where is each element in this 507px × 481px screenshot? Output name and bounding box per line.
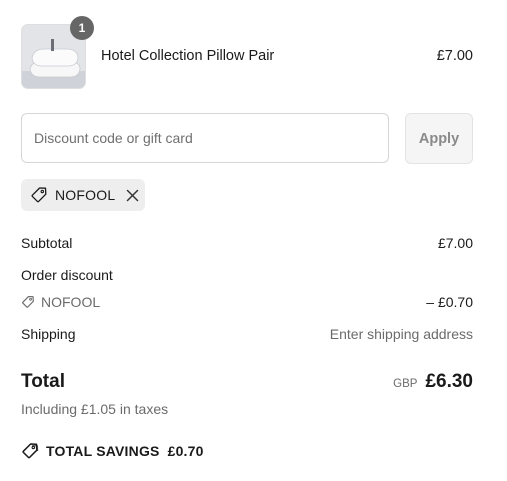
product-price: £7.00 xyxy=(436,48,473,64)
discount-code-input[interactable] xyxy=(21,113,389,163)
applied-discount-chip: NOFOOL xyxy=(21,179,145,211)
savings-tag-icon xyxy=(21,442,39,460)
tag-icon xyxy=(30,186,48,204)
tag-icon xyxy=(21,295,35,309)
currency-code: GBP xyxy=(393,378,418,390)
total-savings-row: TOTAL SAVINGS £0.70 xyxy=(21,442,204,460)
total-savings-amount: £0.70 xyxy=(167,443,204,459)
remove-code-close-icon[interactable] xyxy=(126,188,139,202)
discount-code-name: NOFOOL xyxy=(41,294,101,310)
order-discount-label: Order discount xyxy=(21,267,113,283)
apply-discount-button[interactable]: Apply xyxy=(405,113,473,164)
discount-value: – £0.70 xyxy=(426,294,473,310)
shipping-value: Enter shipping address xyxy=(329,326,473,342)
taxes-note: Including £1.05 in taxes xyxy=(21,401,169,417)
applied-code-label: NOFOOL xyxy=(55,187,116,203)
subtotal-value: £7.00 xyxy=(437,235,473,251)
quantity-badge: 1 xyxy=(70,16,94,40)
total-amount: £6.30 xyxy=(425,371,473,392)
subtotal-label: Subtotal xyxy=(21,235,73,251)
shipping-label: Shipping xyxy=(21,326,76,342)
total-savings-label: TOTAL SAVINGS xyxy=(46,443,160,459)
discount-code-row: NOFOOL xyxy=(21,293,100,311)
total-label: Total xyxy=(21,371,65,392)
product-name: Hotel Collection Pillow Pair xyxy=(101,48,275,64)
total-amount-group: GBP £6.30 xyxy=(393,370,473,394)
product-thumbnail-wrapper: 1 xyxy=(21,16,94,89)
